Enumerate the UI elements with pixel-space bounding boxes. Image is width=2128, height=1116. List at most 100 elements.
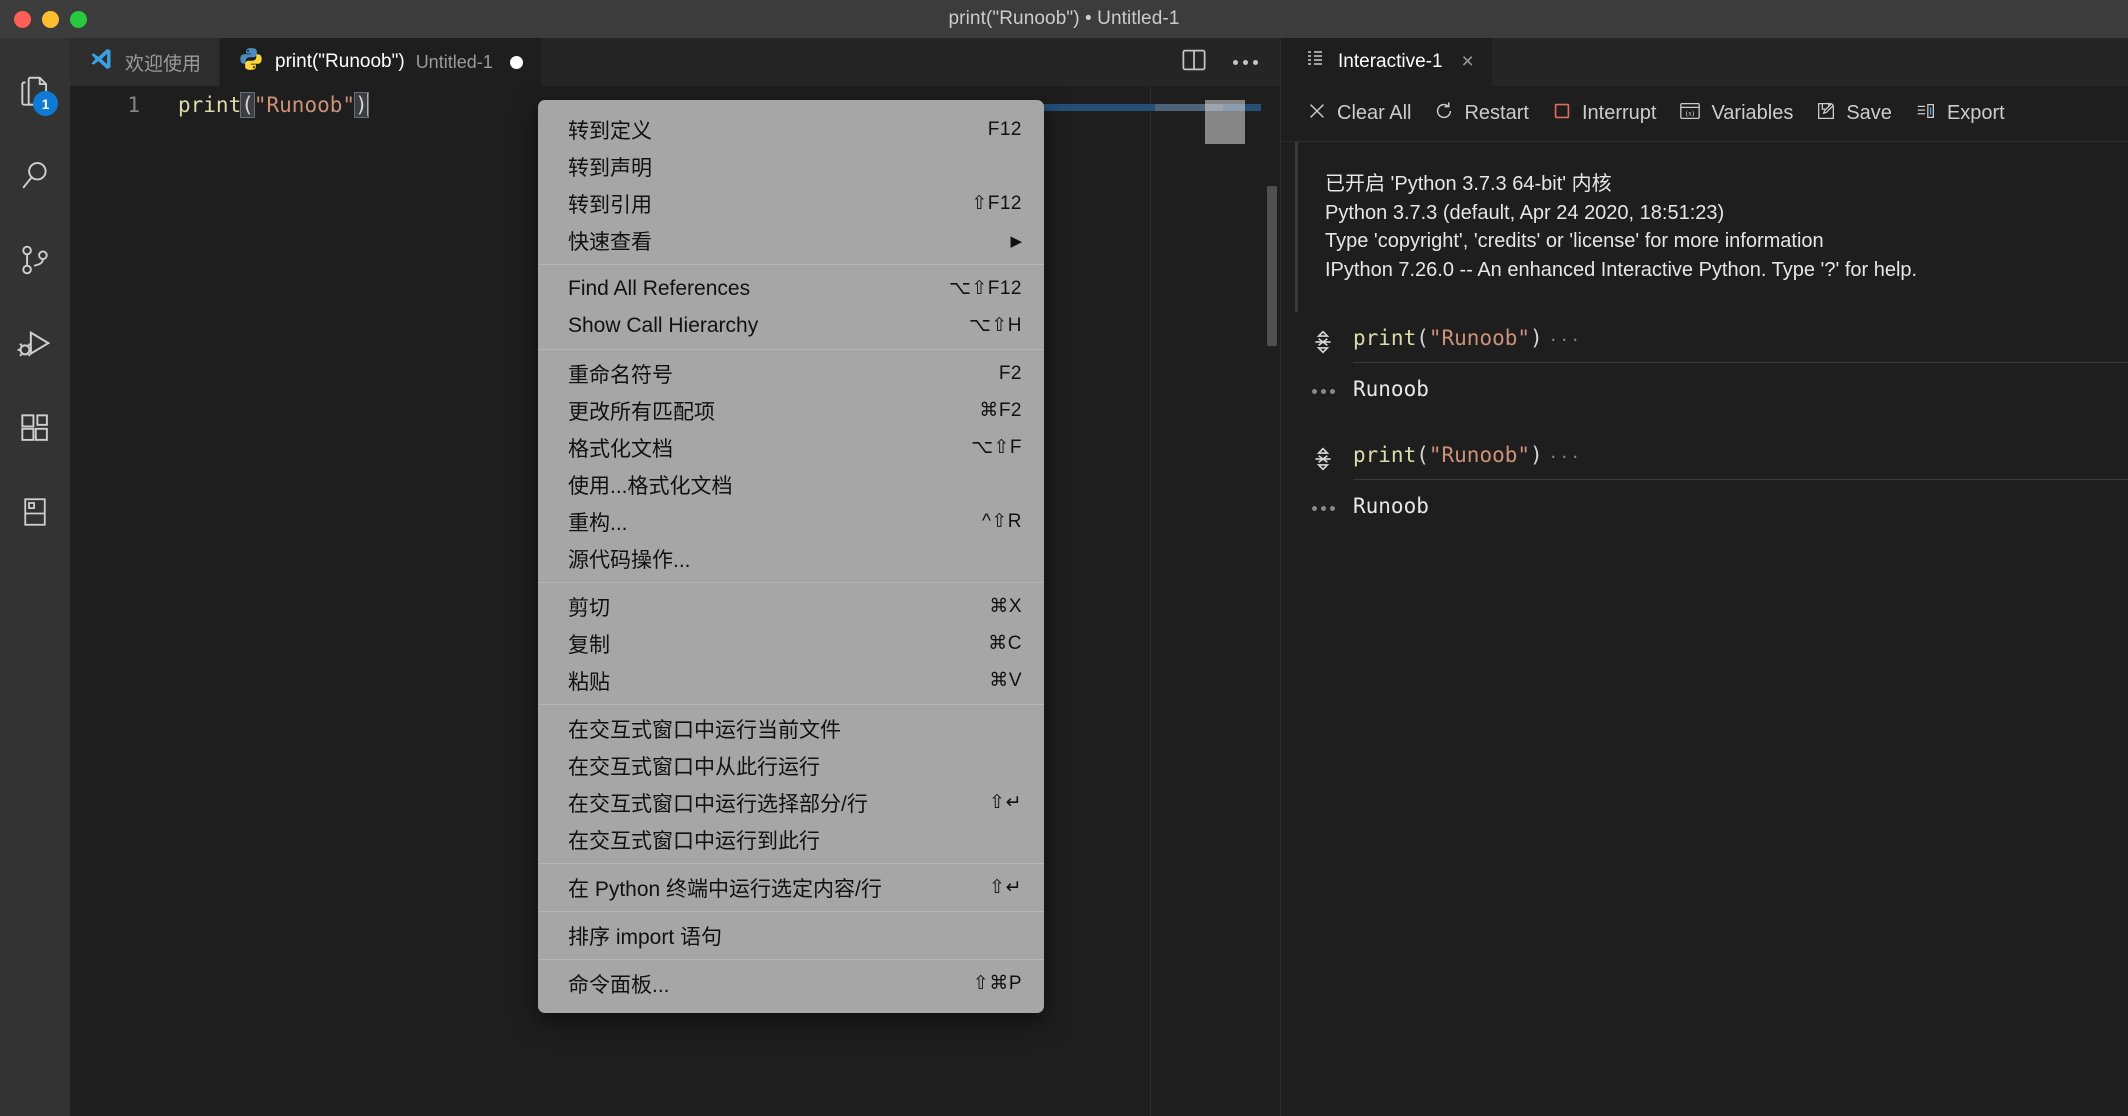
sidebar-item-extensions[interactable] bbox=[0, 386, 70, 470]
sidebar-item-jupyter[interactable] bbox=[0, 470, 70, 554]
context-menu-group: 命令面板...⇧⌘P bbox=[538, 959, 1044, 1007]
context-menu-item[interactable]: 在 Python 终端中运行选定内容/行⇧↵ bbox=[538, 869, 1044, 906]
context-menu-item[interactable]: 复制⌘C bbox=[538, 625, 1044, 662]
context-menu-item[interactable]: Find All References ⌥⇧F12 bbox=[538, 270, 1044, 307]
context-menu-item[interactable]: 重命名符号F2 bbox=[538, 355, 1044, 392]
python-icon bbox=[238, 46, 264, 78]
code-token-open-paren: ( bbox=[241, 93, 254, 117]
svg-text:(x): (x) bbox=[1686, 108, 1695, 117]
code-token-string: "Runoob" bbox=[254, 93, 355, 117]
cell-more-icon[interactable]: ··· bbox=[1549, 448, 1582, 466]
activity-bar: 1 bbox=[0, 38, 70, 1116]
context-menu-item[interactable]: 格式化文档⌥⇧F bbox=[538, 429, 1044, 466]
variables-button[interactable]: (x) Variables bbox=[1667, 95, 1804, 133]
context-menu-item-label: 粘贴 bbox=[568, 666, 969, 696]
context-menu-item[interactable]: 在交互式窗口中运行选择部分/行⇧↵ bbox=[538, 784, 1044, 821]
tab-interactive-1[interactable]: Interactive-1 × bbox=[1281, 38, 1492, 86]
tab-untitled-1[interactable]: print("Runoob") Untitled-1 bbox=[220, 38, 542, 86]
context-menu-item-shortcut: ⌥⇧H bbox=[969, 314, 1022, 337]
restart-icon bbox=[1433, 100, 1455, 128]
context-menu-item-label: 排序 import 语句 bbox=[568, 921, 1022, 951]
context-menu-item[interactable]: 更改所有匹配项⌘F2 bbox=[538, 392, 1044, 429]
cell-input[interactable]: print("Runoob")··· bbox=[1281, 443, 2128, 479]
minimap[interactable] bbox=[1150, 86, 1262, 1116]
context-menu-group: 在交互式窗口中运行当前文件在交互式窗口中从此行运行在交互式窗口中运行选择部分/行… bbox=[538, 704, 1044, 863]
sidebar-item-search[interactable] bbox=[0, 134, 70, 218]
context-menu-item[interactable]: 转到定义F12 bbox=[538, 111, 1044, 148]
cell-more-icon[interactable]: ··· bbox=[1549, 331, 1582, 349]
cell-token-close-paren: ) bbox=[1530, 443, 1543, 467]
context-menu-item[interactable]: 重构...^⇧R bbox=[538, 503, 1044, 540]
clear-all-button[interactable]: Clear All bbox=[1295, 95, 1422, 133]
notebook-icon bbox=[17, 494, 53, 530]
context-menu-item-shortcut: ⇧⌘P bbox=[973, 972, 1022, 995]
sidebar-item-run-and-debug[interactable] bbox=[0, 302, 70, 386]
cell-token-open-paren: ( bbox=[1416, 443, 1429, 467]
collapse-cell-icon[interactable] bbox=[1293, 443, 1353, 472]
collapse-cell-icon[interactable] bbox=[1293, 326, 1353, 355]
context-menu-item[interactable]: 快速查看▶ bbox=[538, 222, 1044, 259]
context-menu-item-label: 快速查看 bbox=[568, 226, 1010, 256]
editor-vertical-scrollbar[interactable] bbox=[1267, 186, 1277, 346]
sidebar-item-explorer[interactable]: 1 bbox=[0, 50, 70, 134]
context-menu-item[interactable]: 在交互式窗口中从此行运行 bbox=[538, 747, 1044, 784]
editor-tab-bar: 欢迎使用 print("Runoob") Untitled-1 bbox=[70, 38, 1280, 86]
editor-context-menu[interactable]: 转到定义F12 转到声明转到引用 ⇧F12 快速查看▶ Find All Referen… bbox=[538, 100, 1044, 1013]
run-debug-icon bbox=[15, 324, 55, 364]
context-menu-item[interactable]: 排序 import 语句 bbox=[538, 917, 1044, 954]
context-menu-item-shortcut: ⌘F2 bbox=[979, 399, 1022, 422]
context-menu-item[interactable]: 剪切⌘X bbox=[538, 588, 1044, 625]
code-token-function: print bbox=[178, 93, 241, 117]
context-menu-item[interactable]: 在交互式窗口中运行到此行 bbox=[538, 821, 1044, 858]
kernel-output-line: IPython 7.26.0 -- An enhanced Interactiv… bbox=[1325, 256, 2128, 285]
context-menu-item-shortcut: ⇧↵ bbox=[989, 791, 1022, 814]
sidebar-item-source-control[interactable] bbox=[0, 218, 70, 302]
restart-button[interactable]: Restart bbox=[1422, 95, 1539, 133]
close-icon[interactable]: × bbox=[1462, 50, 1474, 74]
cell-token-function: print bbox=[1353, 443, 1416, 467]
extensions-icon bbox=[16, 409, 54, 447]
context-menu-item[interactable]: 使用...格式化文档 bbox=[538, 466, 1044, 503]
context-menu-item-label: 转到引用 bbox=[568, 189, 951, 219]
context-menu-item[interactable]: 在交互式窗口中运行当前文件 bbox=[538, 710, 1044, 747]
context-menu-item-label: 格式化文档 bbox=[568, 433, 951, 463]
interactive-window: Interactive-1 × Clear All bbox=[1280, 38, 2128, 1116]
tab-label: 欢迎使用 bbox=[125, 49, 201, 76]
interrupt-label: Interrupt bbox=[1582, 102, 1656, 125]
context-menu-group: Find All References ⌥⇧F12 Show Call Hierar… bbox=[538, 264, 1044, 349]
more-actions-icon[interactable] bbox=[1233, 60, 1258, 65]
context-menu-item-label: 转到声明 bbox=[568, 152, 1022, 182]
context-menu-item-label: 重命名符号 bbox=[568, 359, 979, 389]
cell-output-text: Runoob bbox=[1353, 494, 1429, 518]
context-menu-item-label: Find All References bbox=[568, 277, 929, 301]
context-menu-item-shortcut: ⌥⇧F12 bbox=[949, 277, 1022, 300]
context-menu-item[interactable]: 转到引用 ⇧F12 bbox=[538, 185, 1044, 222]
cell-input[interactable]: print("Runoob")··· bbox=[1281, 326, 2128, 362]
submenu-arrow-icon: ▶ bbox=[1010, 232, 1022, 250]
tab-dirty-indicator[interactable] bbox=[510, 56, 523, 69]
save-label: Save bbox=[1846, 102, 1892, 125]
export-button[interactable]: Export bbox=[1903, 95, 2016, 133]
save-button[interactable]: Save bbox=[1804, 95, 1903, 133]
cell-output: Runoob bbox=[1281, 480, 2128, 518]
context-menu-item[interactable]: 命令面板...⇧⌘P bbox=[538, 965, 1044, 1002]
variables-icon: (x) bbox=[1678, 100, 1702, 128]
context-menu-group: 转到定义F12 转到声明转到引用 ⇧F12 快速查看▶ bbox=[538, 106, 1044, 264]
context-menu-item-label: 在交互式窗口中运行当前文件 bbox=[568, 714, 1022, 744]
context-menu-group: 排序 import 语句 bbox=[538, 911, 1044, 959]
tab-welcome[interactable]: 欢迎使用 bbox=[70, 38, 220, 86]
minimap-slider[interactable] bbox=[1205, 100, 1245, 144]
context-menu-item[interactable]: 粘贴⌘V bbox=[538, 662, 1044, 699]
split-editor-icon[interactable] bbox=[1179, 45, 1209, 80]
context-menu-item-shortcut: ⇧F12 bbox=[971, 192, 1022, 215]
source-control-icon bbox=[16, 241, 54, 279]
context-menu-item[interactable]: 源代码操作... bbox=[538, 540, 1044, 577]
context-menu-item[interactable]: 转到声明 bbox=[538, 148, 1044, 185]
cell-token-close-paren: ) bbox=[1530, 326, 1543, 350]
code-content: print("Runoob") bbox=[178, 92, 369, 117]
interrupt-button[interactable]: Interrupt bbox=[1540, 95, 1667, 133]
interactive-tab-label: Interactive-1 bbox=[1338, 51, 1443, 73]
context-menu-item[interactable]: Show Call Hierarchy⌥⇧H bbox=[538, 307, 1044, 344]
window-title: print("Runoob") • Untitled-1 bbox=[0, 8, 2128, 30]
context-menu-group: 在 Python 终端中运行选定内容/行⇧↵ bbox=[538, 863, 1044, 911]
